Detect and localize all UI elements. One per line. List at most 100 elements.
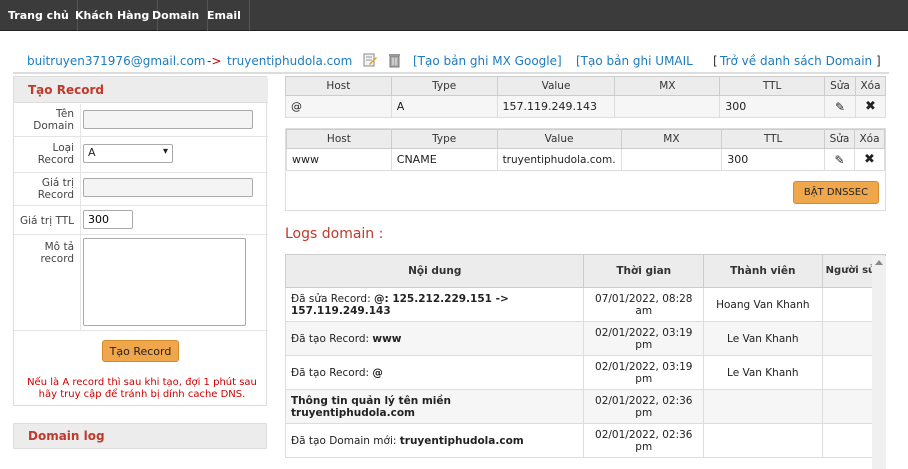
table-row: www CNAME truyentiphudola.com. 300 ✎ ✖ — [286, 148, 886, 171]
value-label: Giá trị Record — [37, 177, 74, 201]
log-time: 02/01/2022, 02:36 pm — [583, 423, 705, 458]
create-record-title: Tạo Record — [28, 83, 104, 97]
edit-note-icon[interactable] — [363, 53, 377, 70]
form-row-name: Tên Domain — [14, 104, 268, 137]
log-prefix: Đã tạo Record: — [291, 332, 373, 345]
log-content: Đã tạo Record: @ — [284, 355, 585, 390]
dns-header-row: Host Type Value MX TTL Sửa Xóa — [286, 129, 886, 149]
create-record-header: Tạo Record — [14, 77, 268, 103]
description-label: Mô tả record — [40, 241, 74, 265]
record-type-value: A — [88, 146, 96, 159]
col-host: Host — [285, 76, 392, 96]
record-value: 157.119.249.143 — [496, 95, 616, 118]
create-mx-google-link[interactable]: [Tạo bản ghi MX Google] — [413, 54, 562, 68]
enable-dnssec-button[interactable]: BẬT DNSSEC — [793, 181, 879, 204]
delete-icon[interactable]: ✖ — [853, 148, 886, 171]
col-delete: Xóa — [853, 129, 886, 149]
col-type: Type — [390, 76, 498, 96]
domain-header: buitruyen371976@gmail.com -> truyentiphu… — [13, 50, 889, 74]
pencil-icon[interactable]: ✎ — [824, 95, 856, 118]
logs-domain-title: Logs domain : — [285, 226, 384, 242]
log-content: Thông tin quản lý tên miền truyentiphudo… — [284, 389, 585, 424]
log-prefix: Đã tạo Domain mới: — [291, 434, 400, 447]
delete-icon[interactable]: ✖ — [854, 95, 887, 118]
form-row-value: Giá trị Record — [14, 173, 268, 206]
log-time: 02/01/2022, 03:19 pm — [583, 355, 705, 390]
table-row: Đã sửa Record: @: 125.212.229.151 -> 157… — [284, 287, 887, 322]
back-link-bracket-open: [ — [713, 54, 718, 68]
record-host: @ — [285, 95, 392, 118]
col-ttl: TTL — [721, 129, 825, 149]
form-row-ttl: Giá trị TTL — [14, 206, 268, 235]
create-record-button[interactable]: Tạo Record — [102, 340, 179, 362]
nav-email[interactable]: Email — [199, 0, 250, 31]
record-ttl: 300 — [721, 148, 825, 171]
record-ttl: 300 — [719, 95, 826, 118]
back-to-domain-list-link[interactable]: Trở về danh sách Domain — [720, 54, 872, 68]
record-value: truyentiphudola.com. — [496, 148, 622, 171]
pencil-icon[interactable]: ✎ — [824, 148, 855, 171]
ttl-input[interactable] — [83, 210, 133, 229]
col-member: Thành viên — [703, 254, 823, 288]
header-arrow: -> — [207, 54, 222, 68]
customer-email[interactable]: buitruyen371976@gmail.com — [27, 54, 205, 68]
form-row-description: Mô tả record — [14, 235, 268, 331]
log-content: Đã tạo Record: www — [284, 321, 585, 356]
create-umail-link[interactable]: [Tạo bản ghi UMAIL — [576, 54, 693, 68]
col-ttl: TTL — [719, 76, 826, 96]
log-detail: Thông tin quản lý tên miền truyentiphudo… — [291, 394, 451, 419]
log-time: 02/01/2022, 02:36 pm — [583, 389, 705, 424]
col-value: Value — [496, 129, 622, 149]
back-link-bracket-close: ] — [876, 54, 881, 68]
log-detail: @ — [372, 366, 383, 379]
log-member: Le Van Khanh — [703, 321, 823, 356]
col-type: Type — [390, 129, 498, 149]
col-edit: Sửa — [824, 76, 856, 96]
log-prefix: Đã sửa Record: — [291, 292, 374, 305]
log-detail: truyentiphudola.com — [399, 434, 524, 447]
log-content: Đã tạo Domain mới: truyentiphudola.com — [284, 423, 585, 458]
domain-log-panel[interactable]: Domain log — [13, 423, 267, 449]
name-label: Tên Domain — [33, 108, 74, 132]
top-nav: Trang chủ Khách Hàng Domain Email — [0, 0, 908, 31]
col-delete: Xóa — [854, 76, 887, 96]
dns-header-row: Host Type Value MX TTL Sửa Xóa — [285, 76, 887, 96]
type-label: Loại Record — [37, 142, 74, 166]
record-mx — [614, 95, 721, 118]
description-textarea[interactable] — [83, 238, 246, 326]
logs-scrollbar[interactable] — [872, 256, 886, 469]
col-time: Thời gian — [583, 254, 705, 288]
record-host: www — [286, 148, 392, 171]
record-value-input[interactable] — [83, 178, 253, 197]
dns-record-box-2: Host Type Value MX TTL Sửa Xóa www CNAME… — [285, 128, 886, 211]
trash-icon[interactable] — [388, 53, 401, 71]
record-mx — [620, 148, 723, 171]
domain-name[interactable]: truyentiphudola.com — [227, 54, 352, 68]
dns-table-1: Host Type Value MX TTL Sửa Xóa @ A 157.1… — [285, 76, 887, 118]
scroll-up-arrow-icon[interactable] — [875, 260, 883, 265]
log-time: 07/01/2022, 08:28 am — [583, 287, 705, 322]
record-type: A — [390, 95, 498, 118]
table-row: Đã tạo Record: www 02/01/2022, 03:19 pm … — [284, 321, 887, 356]
record-type-select[interactable]: A ▾ — [83, 144, 173, 163]
logs-table: Nội dung Thời gian Thành viên Người sửa … — [284, 254, 887, 458]
col-mx: MX — [614, 76, 721, 96]
domain-log-title: Domain log — [28, 429, 105, 443]
table-row: Thông tin quản lý tên miền truyentiphudo… — [284, 389, 887, 424]
chevron-down-icon: ▾ — [162, 146, 168, 157]
col-host: Host — [286, 129, 392, 149]
log-time: 02/01/2022, 03:19 pm — [583, 321, 705, 356]
table-row: Đã tạo Domain mới: truyentiphudola.com 0… — [284, 423, 887, 458]
log-member — [703, 423, 823, 458]
col-edit: Sửa — [824, 129, 855, 149]
table-row: Đã tạo Record: @ 02/01/2022, 03:19 pm Le… — [284, 355, 887, 390]
dns-table-2: Host Type Value MX TTL Sửa Xóa www CNAME… — [286, 129, 886, 171]
col-mx: MX — [620, 129, 723, 149]
col-value: Value — [496, 76, 616, 96]
create-record-panel: Tạo Record Tên Domain Loại Record A ▾ Gi… — [13, 76, 268, 406]
log-prefix: Đã tạo Record: — [291, 366, 373, 379]
domain-name-input[interactable] — [83, 110, 253, 129]
record-type: CNAME — [390, 148, 498, 171]
log-content: Đã sửa Record: @: 125.212.229.151 -> 157… — [284, 287, 585, 322]
log-member: Hoang Van Khanh — [703, 287, 823, 322]
